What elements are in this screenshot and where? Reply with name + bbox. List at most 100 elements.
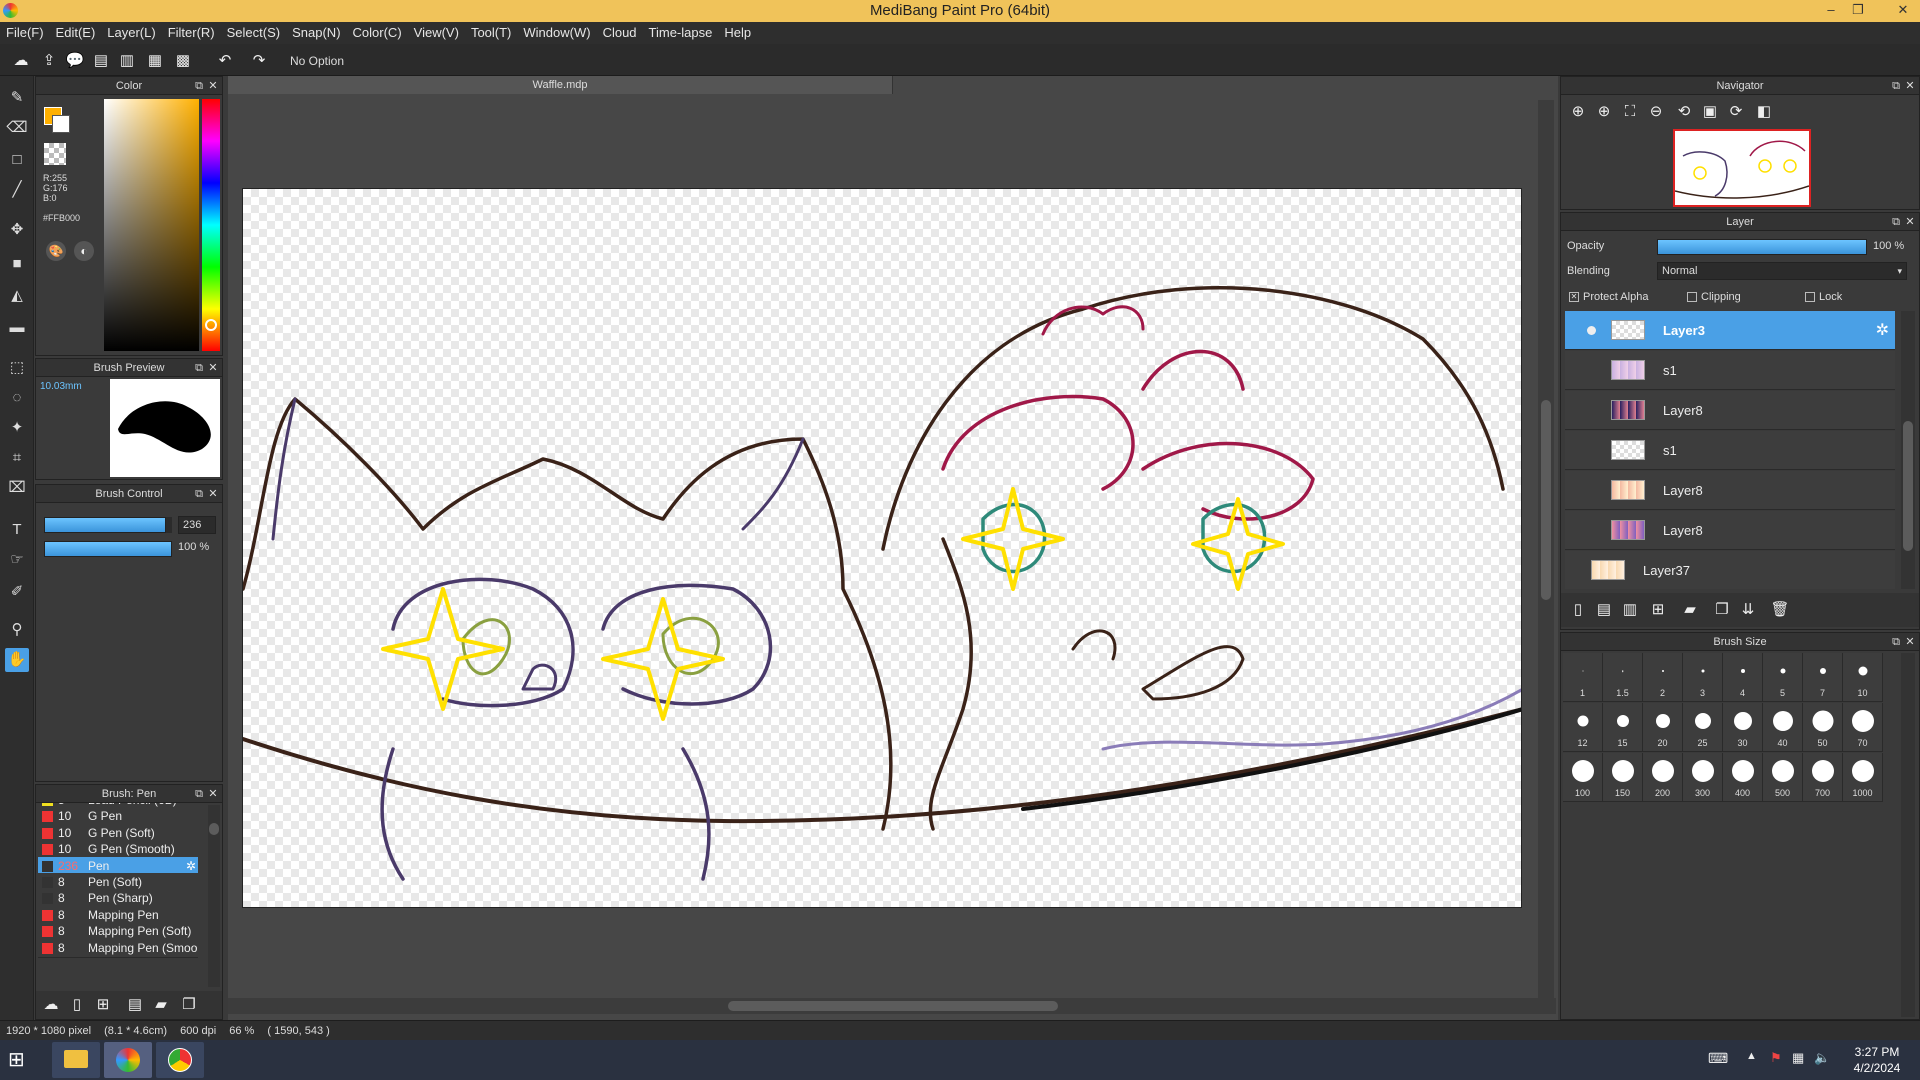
menu-item-3[interactable]: Filter(R) xyxy=(162,22,221,44)
saturation-value-picker[interactable] xyxy=(104,99,199,351)
eyedropper-tool-icon[interactable]: ⚲ xyxy=(5,618,29,642)
keyboard-icon[interactable]: ⌨ xyxy=(1708,1050,1728,1067)
protect-alpha-checkbox[interactable]: ✕ Protect Alpha xyxy=(1569,291,1648,303)
add-layer-dropdown-icon[interactable]: ⊞ xyxy=(1647,599,1669,621)
menu-item-9[interactable]: Window(W) xyxy=(517,22,596,44)
brush-size-cell[interactable]: 500 xyxy=(1763,753,1803,802)
undock-icon[interactable]: ⧉ xyxy=(192,485,206,503)
brush-size-cell[interactable]: 20 xyxy=(1643,703,1683,752)
brush-size-cell[interactable]: 25 xyxy=(1683,703,1723,752)
panel-close-icon[interactable]: ✕ xyxy=(206,359,220,377)
transparent-color-swatch[interactable] xyxy=(44,143,66,165)
shape-tool-icon[interactable]: □ xyxy=(5,148,29,172)
hand-tool-icon[interactable]: ✋ xyxy=(5,648,29,672)
menu-item-7[interactable]: View(V) xyxy=(408,22,465,44)
network-icon[interactable]: ▦ xyxy=(1792,1050,1804,1066)
brush-size-cell[interactable]: 12 xyxy=(1563,703,1603,752)
zoom-in-icon[interactable]: ⊕ xyxy=(1567,101,1589,123)
select-eraser-tool-icon[interactable]: ⌧ xyxy=(5,476,29,500)
add-brush-dropdown-icon[interactable]: ⊞ xyxy=(92,994,114,1016)
brush-size-cell[interactable]: 1000 xyxy=(1843,753,1883,802)
panel-close-icon[interactable]: ✕ xyxy=(206,485,220,503)
fit-actual-icon[interactable]: ▣ xyxy=(1699,101,1721,123)
layer-row[interactable]: Layer3 ✲ xyxy=(1565,311,1895,350)
palette-icon[interactable]: 🎨 xyxy=(46,241,66,261)
menu-item-5[interactable]: Snap(N) xyxy=(286,22,346,44)
drawing-canvas[interactable] xyxy=(242,188,1522,908)
brush-size-cell[interactable]: 70 xyxy=(1843,703,1883,752)
brush-size-cell[interactable]: 5 xyxy=(1763,653,1803,702)
redo-icon[interactable]: ↷ xyxy=(248,50,270,72)
lock-checkbox[interactable]: Lock xyxy=(1805,291,1842,303)
menu-item-11[interactable]: Time-lapse xyxy=(643,22,719,44)
brush-size-cell[interactable]: 400 xyxy=(1723,753,1763,802)
eraser-tool-icon[interactable]: ⌫ xyxy=(5,116,29,140)
flip-icon[interactable]: ◧ xyxy=(1753,101,1775,123)
page-list-icon[interactable]: ▦ xyxy=(144,50,166,72)
brush-size-slider[interactable] xyxy=(44,517,172,533)
undock-icon[interactable]: ⧉ xyxy=(192,77,206,95)
comment-icon[interactable]: 💬 xyxy=(64,50,86,72)
menu-item-6[interactable]: Color(C) xyxy=(347,22,408,44)
new-folder-icon[interactable]: ▰ xyxy=(1679,599,1701,621)
operation-tool-icon[interactable]: ☞ xyxy=(5,548,29,572)
text-tool-icon[interactable]: T xyxy=(5,518,29,542)
hue-slider[interactable] xyxy=(202,99,220,351)
brush-size-cell[interactable]: 1 xyxy=(1563,653,1603,702)
volume-icon[interactable]: 🔈 xyxy=(1814,1050,1830,1066)
panel-close-icon[interactable]: ✕ xyxy=(1903,77,1917,95)
menu-item-10[interactable]: Cloud xyxy=(597,22,643,44)
delete-layer-icon[interactable]: 🗑 xyxy=(1769,599,1791,621)
layer-row[interactable]: 🔒s1 xyxy=(1565,431,1895,470)
brush-settings-icon[interactable]: ▤ xyxy=(124,994,146,1016)
layer-list-scrollbar[interactable] xyxy=(1901,311,1915,589)
new-color-layer-icon[interactable]: ▤ xyxy=(1593,599,1615,621)
bucket-tool-icon[interactable]: ◭ xyxy=(5,284,29,308)
layer-row[interactable]: 🔒Layer8 xyxy=(1565,511,1895,550)
zoom-in-step-icon[interactable]: ⊕ xyxy=(1593,101,1615,123)
panel-close-icon[interactable]: ✕ xyxy=(206,785,220,803)
brush-size-value[interactable]: 236 xyxy=(178,516,216,534)
brush-size-cell[interactable]: 2 xyxy=(1643,653,1683,702)
rotate-reset-icon[interactable]: ⟳ xyxy=(1725,101,1747,123)
duplicate-layer-icon[interactable]: ❐ xyxy=(1711,599,1733,621)
layer-row[interactable]: s1 xyxy=(1565,351,1895,390)
panel-close-icon[interactable]: ✕ xyxy=(1903,633,1917,651)
brush-size-scrollbar[interactable] xyxy=(1901,653,1915,1017)
brush-size-cell[interactable]: 10 xyxy=(1843,653,1883,702)
brush-list-scrollbar[interactable] xyxy=(208,805,220,987)
line-tool-icon[interactable]: ╱ xyxy=(5,178,29,202)
select-pen-tool-icon[interactable]: ⌗ xyxy=(5,446,29,470)
layer-row[interactable]: Layer8 xyxy=(1565,471,1895,510)
new-layer-icon[interactable]: ▯ xyxy=(1567,599,1589,621)
undock-icon[interactable]: ⧉ xyxy=(192,785,206,803)
brush-size-cell[interactable]: 100 xyxy=(1563,753,1603,802)
brush-size-cell[interactable]: 50 xyxy=(1803,703,1843,752)
clock[interactable]: 3:27 PM 4/2/2024 xyxy=(1842,1044,1912,1076)
brush-size-cell[interactable]: 1.5 xyxy=(1603,653,1643,702)
layer-opacity-slider[interactable] xyxy=(1657,239,1867,255)
select-rect-tool-icon[interactable]: ⬚ xyxy=(5,356,29,380)
menu-item-1[interactable]: Edit(E) xyxy=(50,22,102,44)
clipping-checkbox[interactable]: Clipping xyxy=(1687,291,1741,303)
brush-size-cell[interactable]: 15 xyxy=(1603,703,1643,752)
comic-icon[interactable]: ▤ xyxy=(90,50,112,72)
brush-size-cell[interactable]: 3 xyxy=(1683,653,1723,702)
color-wheel-icon[interactable]: ◐ xyxy=(74,241,94,261)
minimize-button[interactable]: – xyxy=(1818,0,1844,22)
document-tab[interactable]: Waffle.mdp xyxy=(228,76,893,94)
undock-icon[interactable]: ⧉ xyxy=(1889,213,1903,231)
undo-icon[interactable]: ↶ xyxy=(214,50,236,72)
layer-row[interactable]: Layer8 xyxy=(1565,391,1895,430)
duplicate-brush-icon[interactable]: ❐ xyxy=(178,994,200,1016)
brush-size-cell[interactable]: 30 xyxy=(1723,703,1763,752)
undock-icon[interactable]: ⧉ xyxy=(1889,77,1903,95)
brush-size-cell[interactable]: 7 xyxy=(1803,653,1843,702)
fit-window-icon[interactable]: ⛶ xyxy=(1619,101,1641,123)
navigator-thumbnail[interactable] xyxy=(1673,129,1811,207)
brush-opacity-slider[interactable] xyxy=(44,541,172,557)
windows-start-icon[interactable]: ⊞ xyxy=(8,1048,32,1072)
gear-icon[interactable]: ✲ xyxy=(1876,320,1889,340)
flag-icon[interactable]: ⚑ xyxy=(1770,1050,1782,1066)
brush-folder-icon[interactable]: ▰ xyxy=(150,994,172,1016)
